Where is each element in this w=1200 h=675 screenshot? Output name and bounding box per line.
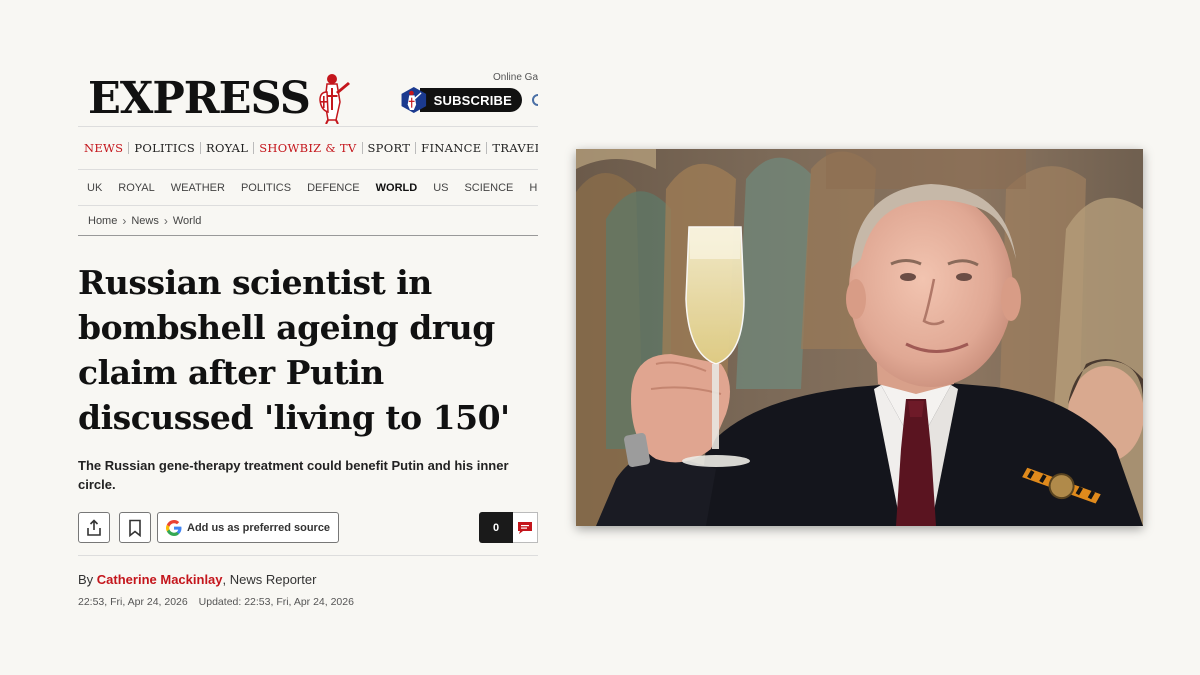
logo-text: EXPRESS: [88, 73, 311, 124]
share-button[interactable]: [78, 512, 110, 543]
breadcrumb-news[interactable]: News: [131, 215, 159, 227]
secondary-nav-item-weather[interactable]: WEATHER: [163, 182, 233, 194]
author-link[interactable]: Catherine Mackinlay: [97, 572, 223, 587]
byline: By Catherine Mackinlay, News Reporter: [78, 572, 316, 587]
secondary-nav-item-defence[interactable]: DEFENCE: [299, 182, 368, 194]
primary-nav-item-finance[interactable]: FINANCE: [416, 142, 488, 154]
comment-bubble-box: [513, 512, 538, 543]
comments-button[interactable]: 0: [479, 512, 538, 543]
secondary-nav-item-uk[interactable]: UK: [78, 182, 110, 194]
article-panel: EXPRESS Online Ga SUBSCRIBE NEWS POLITIC…: [78, 60, 538, 620]
putin-toast-photo: [576, 149, 1143, 526]
primary-nav-item-travel[interactable]: TRAVEL: [487, 142, 538, 154]
subscribe-button[interactable]: SUBSCRIBE: [400, 84, 522, 116]
primary-nav-item-politics[interactable]: POLITICS: [129, 142, 201, 154]
article-standfirst: The Russian gene-therapy treatment could…: [78, 458, 509, 492]
add-preferred-source-button[interactable]: Add us as preferred source: [157, 512, 339, 543]
article-actions: Add us as preferred source 0: [78, 512, 538, 544]
breadcrumb: Home › News › World: [78, 206, 538, 236]
chevron-right-icon: ›: [163, 213, 168, 228]
crusader-badge-icon: [401, 86, 427, 114]
breadcrumb-home[interactable]: Home: [78, 215, 117, 227]
add-preferred-source-label: Add us as preferred source: [187, 521, 331, 534]
primary-nav-item-news[interactable]: NEWS: [78, 142, 130, 154]
secondary-nav-item-his[interactable]: HIS: [521, 182, 538, 194]
secondary-nav: UK ROYAL WEATHER POLITICS DEFENCE WORLD US SCIE…: [78, 170, 538, 206]
secondary-nav-item-royal[interactable]: ROYAL: [110, 182, 162, 194]
secondary-nav-item-science[interactable]: SCIENCE: [456, 182, 521, 194]
search-icon[interactable]: [532, 94, 538, 106]
article-headline: Russian scientist in bombshell ageing dr…: [78, 263, 510, 437]
article-dates: 22:53, Fri, Apr 24, 2026 Updated: 22:53,…: [78, 596, 354, 608]
byline-prefix: By: [78, 572, 94, 587]
masthead: EXPRESS Online Ga SUBSCRIBE: [78, 60, 538, 126]
chevron-right-icon: ›: [122, 213, 127, 228]
primary-nav-item-sport[interactable]: SPORT: [363, 142, 417, 154]
bookmark-button[interactable]: [119, 512, 151, 543]
primary-nav-item-royal[interactable]: ROYAL: [201, 142, 255, 154]
updated-date: Updated: 22:53, Fri, Apr 24, 2026: [198, 596, 354, 608]
author-role: , News Reporter: [222, 572, 317, 587]
comment-count: 0: [479, 512, 513, 543]
divider: [78, 555, 538, 556]
subscribe-label: SUBSCRIBE: [419, 88, 522, 112]
share-icon: [87, 518, 101, 536]
secondary-nav-item-politics[interactable]: POLITICS: [233, 182, 299, 194]
breadcrumb-world[interactable]: World: [173, 215, 202, 227]
comment-bubble-icon: [518, 521, 532, 534]
online-games-label[interactable]: Online Ga: [493, 72, 538, 83]
express-logo[interactable]: EXPRESS: [88, 72, 354, 124]
bookmark-icon: [129, 519, 141, 537]
primary-nav: NEWS POLITICS ROYAL SHOWBIZ & TV SPORT FINANC…: [78, 126, 538, 170]
secondary-nav-item-us[interactable]: US: [425, 182, 456, 194]
crusader-logo-icon: [319, 74, 351, 124]
published-date: 22:53, Fri, Apr 24, 2026: [78, 596, 188, 608]
primary-nav-item-showbiz-tv[interactable]: SHOWBIZ & TV: [254, 142, 363, 154]
secondary-nav-item-world[interactable]: WORLD: [368, 182, 426, 194]
article-hero-image[interactable]: [576, 149, 1143, 526]
google-g-icon: [166, 519, 182, 536]
